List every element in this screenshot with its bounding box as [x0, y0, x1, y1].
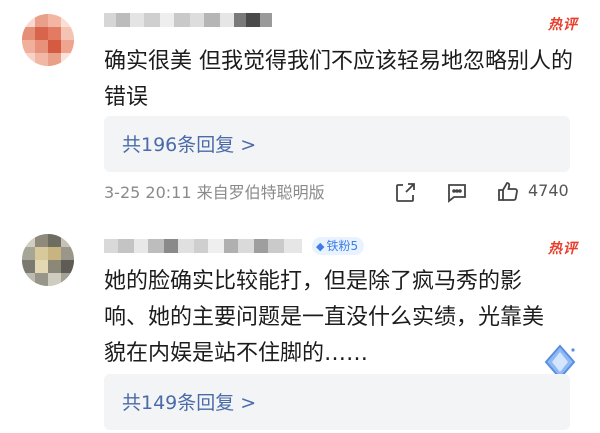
comment-icon[interactable]	[445, 181, 469, 205]
view-replies-link[interactable]: 共196条回复 >	[122, 130, 256, 157]
replies-box[interactable]: 共149条回复 >	[104, 374, 570, 430]
view-replies-link[interactable]: 共149条回复 >	[122, 388, 256, 415]
comment-item: 热评 确实很美 但我觉得我们不应该轻易地忽略别人的错误 共196条回复 > 3-…	[0, 0, 600, 226]
like-count: 4740	[528, 181, 569, 200]
comment-item: ◆ 铁粉5 热评 她的脸确实比较能打，但是除了疯马秀的影响、她的主要问题是一直没什…	[0, 226, 600, 433]
comment-text: 她的脸确实比较能打，但是除了疯马秀的影响、她的主要问题是一直没什么实绩，光靠美貌…	[104, 269, 545, 366]
fan-badge: ◆ 铁粉5	[312, 237, 365, 255]
hot-comment-tag: 热评	[548, 17, 578, 33]
fan-badge-icon: ◆	[316, 240, 325, 253]
share-icon[interactable]	[393, 181, 417, 205]
hot-comment-tag: 热评	[548, 241, 578, 257]
replies-box[interactable]: 共196条回复 >	[104, 116, 570, 172]
fan-badge-label: 铁粉5	[326, 239, 359, 253]
username-blurred[interactable]	[104, 235, 304, 257]
username-blurred[interactable]	[104, 9, 274, 31]
thumbs-up-icon[interactable]	[496, 180, 520, 204]
comment-meta: 3-25 20:11 来自罗伯特聪明版	[104, 183, 325, 202]
avatar[interactable]	[22, 14, 74, 66]
comment-text: 确实很美 但我觉得我们不应该轻易地忽略别人的错误	[104, 49, 573, 110]
avatar[interactable]	[22, 234, 74, 286]
